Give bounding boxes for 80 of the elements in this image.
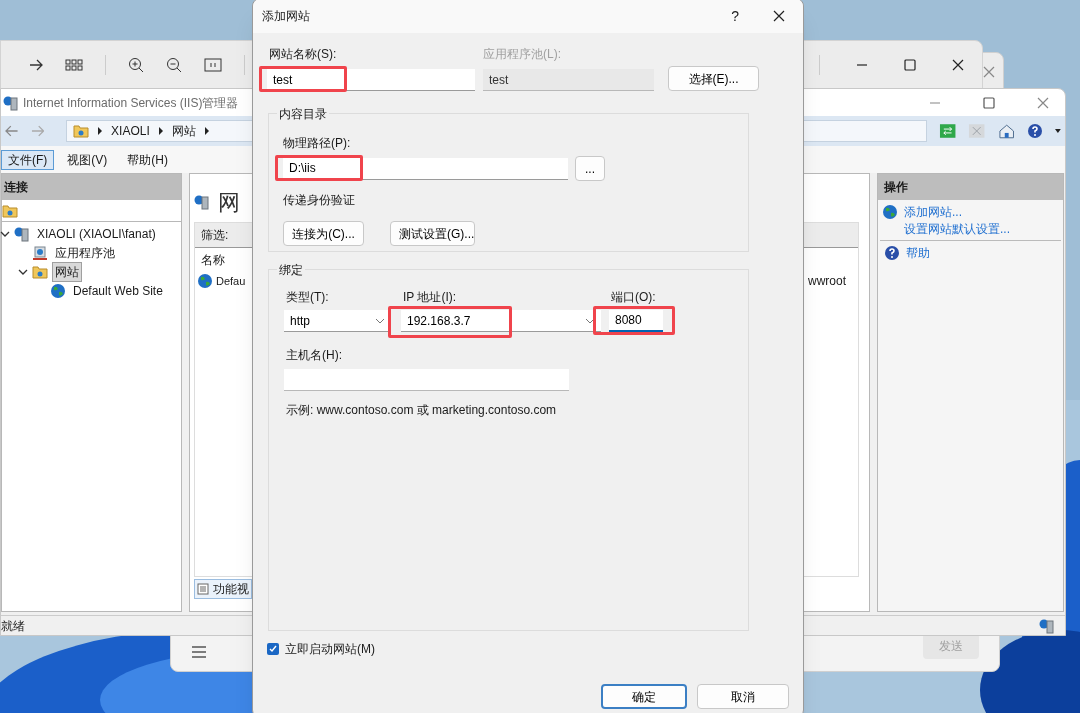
add-site-icon xyxy=(882,203,898,220)
check-icon xyxy=(269,645,277,653)
folder-icon xyxy=(32,264,48,279)
dialog-button[interactable]: 选择(E)... xyxy=(668,66,759,91)
dialog-title: 添加网站 xyxy=(262,8,310,25)
checkbox-label: 立即启动网站(M) xyxy=(285,641,375,658)
text-field[interactable] xyxy=(284,369,569,391)
column-header[interactable]: 名称 xyxy=(201,250,225,269)
breadcrumb-item[interactable]: 网站 xyxy=(171,122,196,140)
actual-size-icon[interactable] xyxy=(204,58,222,72)
back-arrow-icon[interactable] xyxy=(5,125,19,137)
grid-icon[interactable] xyxy=(65,59,83,71)
server-icon xyxy=(194,194,210,210)
breadcrumb-arrow-icon[interactable] xyxy=(203,127,210,135)
app-pool-icon xyxy=(32,244,48,261)
dialog-button[interactable]: 连接为(C)... xyxy=(283,221,364,246)
action-link[interactable]: 添加网站... xyxy=(904,202,962,221)
list-icon xyxy=(197,583,209,595)
field-label: 应用程序池(L): xyxy=(483,46,562,63)
panel-header: 操作 xyxy=(878,174,1063,200)
dialog-button[interactable]: ... xyxy=(575,156,605,181)
field-label: 类型(T): xyxy=(285,289,330,306)
field-label: 主机名(H): xyxy=(285,347,343,364)
home-icon[interactable] xyxy=(997,123,1016,139)
table-cell-text: Defau xyxy=(216,273,246,289)
dialog-button[interactable]: 取消 xyxy=(697,684,789,709)
maximize-icon[interactable] xyxy=(904,59,916,71)
caret-icon[interactable] xyxy=(1055,129,1061,133)
forward-arrow-icon[interactable] xyxy=(29,59,43,71)
page-heading: 网 xyxy=(218,188,240,217)
section-label: 传递身份验证 xyxy=(283,192,356,209)
text-field[interactable]: D:\iis xyxy=(283,157,568,180)
server-icon xyxy=(3,94,19,111)
window-title: Internet Information Services (IIS)管理器 xyxy=(23,94,239,112)
tree-item[interactable]: XIAOLI (XIAOLI\fanat) xyxy=(34,223,159,244)
help-icon xyxy=(1027,123,1044,139)
tree-item[interactable]: Default Web Site xyxy=(70,280,166,301)
breadcrumb-arrow-icon[interactable] xyxy=(97,127,104,135)
group-title: 内容目录 xyxy=(277,105,329,123)
panel-header: 连接 xyxy=(2,174,181,200)
text-field[interactable]: test xyxy=(267,69,475,91)
zoom-in-icon[interactable] xyxy=(128,57,144,73)
field-label: 网站名称(S): xyxy=(268,46,338,63)
maximize-icon[interactable] xyxy=(983,96,995,109)
help-icon xyxy=(884,244,900,261)
globe-icon xyxy=(197,273,213,289)
breadcrumb-arrow-icon[interactable] xyxy=(157,127,164,135)
field-label: 物理路径(P): xyxy=(283,136,351,150)
action-link[interactable]: 帮助 xyxy=(906,243,930,262)
close-icon[interactable] xyxy=(952,59,964,71)
zoom-out-icon[interactable] xyxy=(166,57,182,73)
table-cell-text: wwroot xyxy=(808,273,846,290)
field-label: IP 地址(I): xyxy=(402,289,458,306)
folder-icon xyxy=(73,124,90,138)
tree-item[interactable]: 应用程序池 xyxy=(52,242,118,263)
help-button[interactable]: ? xyxy=(731,5,739,27)
dialog-button[interactable]: 测试设置(G)... xyxy=(390,221,475,246)
folder-icon xyxy=(2,203,18,218)
dropdown[interactable]: http xyxy=(284,310,391,332)
tree-item[interactable]: 网站 xyxy=(52,261,82,282)
menu-icon[interactable] xyxy=(191,645,207,659)
checkbox[interactable] xyxy=(267,643,279,655)
text-field[interactable]: 8080 xyxy=(609,310,663,332)
action-link[interactable]: 设置网站默认设置... xyxy=(904,219,1010,238)
close-icon[interactable] xyxy=(773,10,785,22)
breadcrumb-item[interactable]: XIAOLI xyxy=(111,122,150,140)
globe-icon xyxy=(50,282,66,299)
dialog-button[interactable]: 确定 xyxy=(601,684,687,709)
status-text: 就绪 xyxy=(1,617,25,635)
server-icon xyxy=(14,225,30,242)
hint-text: 示例: www.contoso.com 或 marketing.contoso.com xyxy=(285,402,558,419)
menu-item[interactable]: 文件(F) xyxy=(1,149,55,170)
filter-label: 筛选: xyxy=(201,227,229,244)
view-tab[interactable]: 功能视 xyxy=(194,579,252,599)
menu-item[interactable]: 帮助(H) xyxy=(120,149,175,170)
menu-item[interactable]: 视图(V) xyxy=(60,149,115,170)
dropdown[interactable]: 192.168.3.7 xyxy=(401,310,601,332)
group-title: 绑定 xyxy=(277,261,305,279)
field-label: 端口(O): xyxy=(610,289,657,306)
server-icon xyxy=(1039,617,1055,634)
